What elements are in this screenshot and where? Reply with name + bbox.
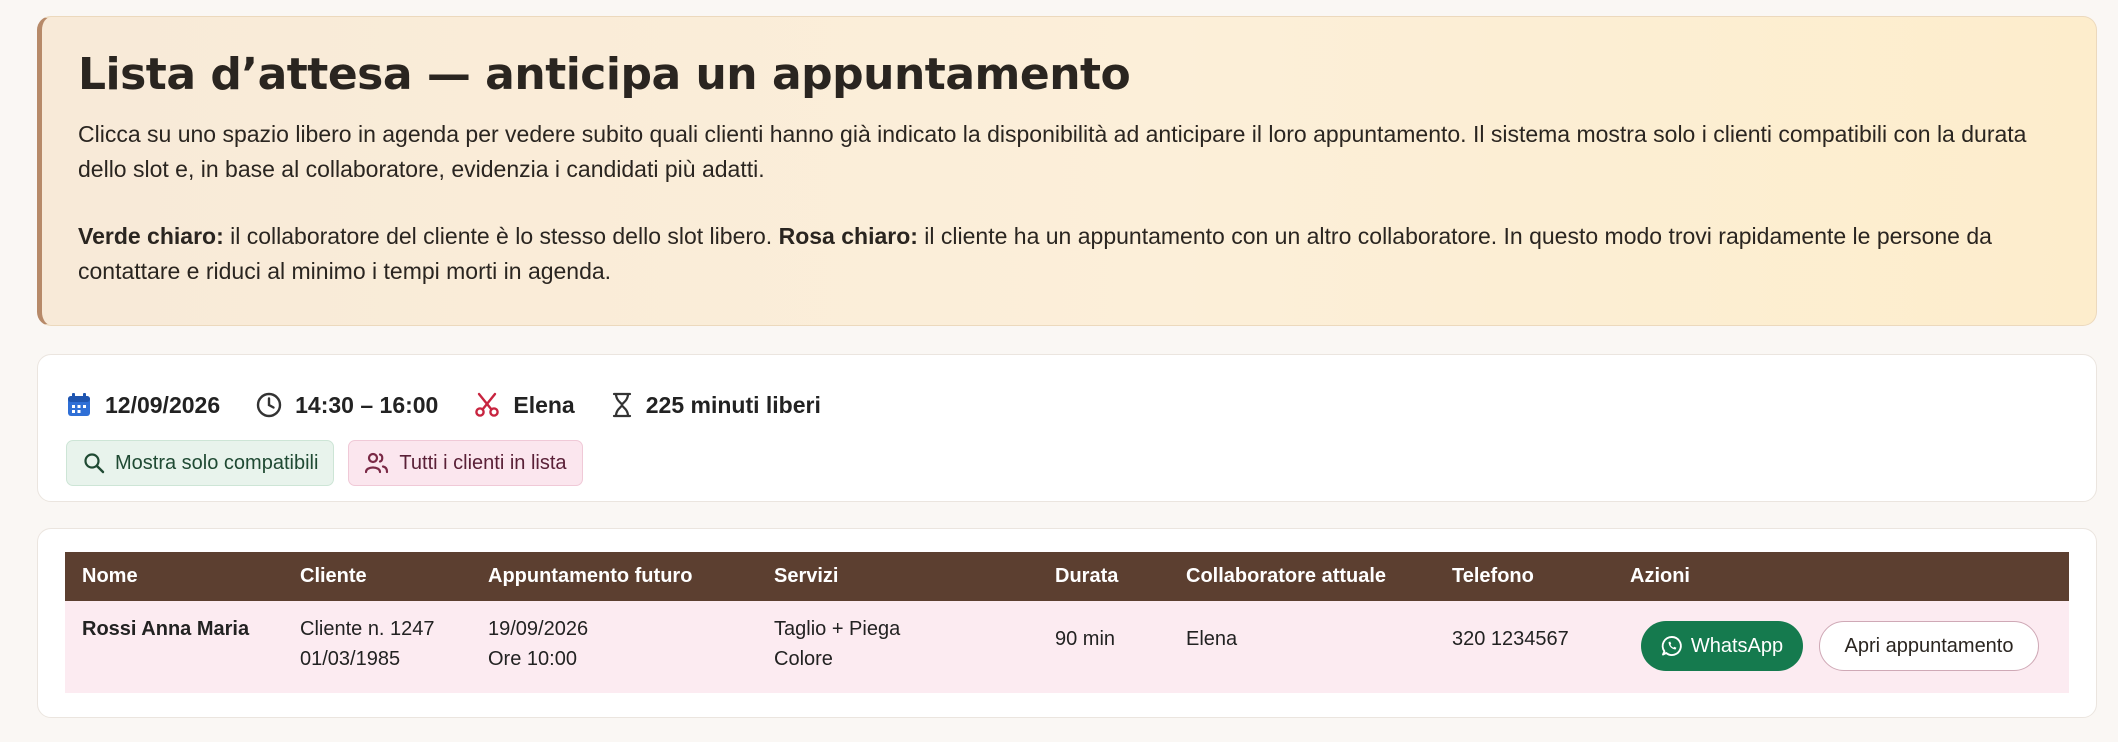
current-collaborator: Elena: [1186, 628, 1238, 650]
whatsapp-icon: [1661, 636, 1682, 656]
waitlist-table: Nome Cliente Appuntamento futuro Servizi…: [37, 528, 2097, 718]
legend-pink-label: Rosa chiaro:: [778, 223, 918, 250]
client-birthdate: 01/03/1985: [300, 648, 401, 670]
slot-time: 14:30 – 16:00: [256, 392, 438, 419]
page-title: Lista d’attesa — anticipa un appuntament…: [78, 49, 1131, 100]
scissors-icon: [475, 392, 500, 417]
hourglass-icon: [612, 392, 631, 418]
column-header-collaborator: Collaboratore attuale: [1186, 565, 1387, 587]
slot-filter-card: 12/09/2026 14:30 – 16:00 Elena 225 minut…: [37, 354, 2097, 502]
show-compatible-label: Mostra solo compatibili: [115, 451, 319, 474]
appointment-date: 19/09/2026: [488, 618, 589, 640]
legend-green-label: Verde chiaro:: [78, 223, 224, 250]
info-banner: Lista d’attesa — anticipa un appuntament…: [37, 16, 2097, 326]
open-appointment-label: Apri appuntamento: [1844, 634, 2014, 657]
show-compatible-filter[interactable]: Mostra solo compatibili: [66, 440, 335, 486]
slot-collaborator: Elena: [474, 392, 575, 419]
slot-date: 12/09/2026: [66, 392, 220, 419]
users-icon: [365, 452, 389, 474]
clock-icon: [256, 392, 282, 418]
column-header-client: Cliente: [300, 565, 367, 587]
banner-description: Clicca su uno spazio libero in agenda pe…: [78, 121, 2027, 183]
service-item: Taglio + Piega: [774, 618, 901, 640]
legend-green-text: il collaboratore del cliente è lo stesso…: [223, 223, 779, 250]
search-icon: [84, 453, 105, 474]
column-header-actions: Azioni: [1630, 565, 1690, 587]
phone-number: 320 1234567: [1452, 628, 1569, 650]
open-appointment-button[interactable]: Apri appuntamento: [1819, 621, 2039, 671]
duration: 90 min: [1055, 628, 1116, 650]
appointment-time: Ore 10:00: [488, 648, 577, 670]
whatsapp-button[interactable]: WhatsApp: [1641, 621, 1803, 671]
client-number: Cliente n. 1247: [300, 618, 435, 640]
column-header-phone: Telefono: [1452, 565, 1534, 587]
all-clients-filter[interactable]: Tutti i clienti in lista: [348, 440, 583, 486]
slot-free-minutes: 225 minuti liberi: [611, 392, 821, 419]
calendar-icon: [68, 393, 90, 416]
client-name: Rossi Anna Maria: [82, 618, 250, 640]
whatsapp-label: WhatsApp: [1690, 634, 1784, 657]
column-header-name: Nome: [82, 565, 138, 587]
table-row[interactable]: Rossi Anna Maria Cliente n. 1247 01/03/1…: [65, 601, 2069, 693]
slot-info: 12/09/2026 14:30 – 16:00 Elena 225 minut…: [66, 385, 2096, 425]
all-clients-label: Tutti i clienti in lista: [399, 451, 567, 474]
column-header-duration: Durata: [1055, 565, 1119, 587]
service-item: Colore: [774, 648, 833, 670]
filter-chips: Mostra solo compatibili Tutti i clienti …: [66, 440, 2096, 486]
table-header: Nome Cliente Appuntamento futuro Servizi…: [65, 552, 2069, 601]
column-header-services: Servizi: [774, 565, 839, 587]
banner-legend: Verde chiaro: il collaboratore del clien…: [78, 219, 2068, 289]
column-header-future-appointment: Appuntamento futuro: [488, 565, 693, 587]
